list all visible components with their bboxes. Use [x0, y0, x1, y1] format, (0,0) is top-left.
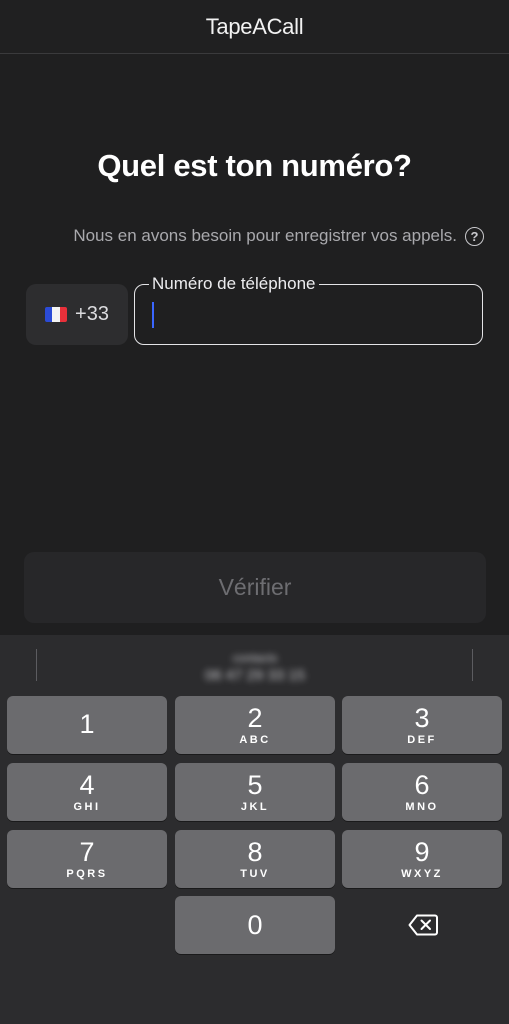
key-letters: WXYZ — [401, 868, 443, 880]
screen: TapeACall Quel est ton numéro? Nous en a… — [0, 0, 509, 1024]
key-letters: DEF — [407, 734, 437, 746]
delete-key[interactable] — [343, 896, 503, 954]
suggestion-divider — [472, 649, 473, 681]
app-title: TapeACall — [205, 13, 304, 39]
key-7[interactable]: 7 PQRS — [7, 830, 167, 888]
phone-number-field[interactable]: Numéro de téléphone — [134, 274, 483, 345]
key-digit: 3 — [414, 703, 430, 733]
phone-number-input[interactable] — [159, 299, 459, 329]
key-2[interactable]: 2 ABC — [175, 696, 335, 754]
key-digit: 6 — [414, 770, 430, 800]
key-digit: 7 — [79, 837, 95, 867]
verify-button[interactable]: Vérifier — [24, 552, 486, 623]
key-8[interactable]: 8 TUV — [175, 830, 335, 888]
key-letters: JKL — [240, 801, 270, 813]
key-1[interactable]: 1 — [7, 696, 167, 754]
key-letters: GHI — [73, 801, 101, 813]
key-letters: MNO — [405, 801, 439, 813]
phone-field-label: Numéro de téléphone — [149, 274, 319, 294]
suggestion-bar: contacts 06 47 29 33 15 — [0, 635, 509, 693]
key-digit: 9 — [414, 837, 430, 867]
key-digit: 1 — [79, 709, 95, 739]
page-title: Quel est ton numéro? — [97, 148, 412, 183]
key-4[interactable]: 4 GHI — [7, 763, 167, 821]
country-code-button[interactable]: +33 — [26, 284, 128, 345]
key-9[interactable]: 9 WXYZ — [342, 830, 502, 888]
suggestion-name: contacts — [232, 650, 278, 665]
help-icon[interactable]: ? — [465, 226, 484, 246]
key-digit: 5 — [247, 770, 263, 800]
key-0[interactable]: 0 — [175, 896, 335, 954]
key-digit: 0 — [247, 910, 263, 940]
suggestion-number: 06 47 29 33 15 — [204, 666, 306, 684]
key-5[interactable]: 5 JKL — [175, 763, 335, 821]
key-letters: PQRS — [66, 868, 108, 880]
app-header: TapeACall — [0, 0, 509, 54]
key-letters: ABC — [239, 734, 271, 746]
dial-code: +33 — [75, 303, 109, 325]
subtitle-row: Nous en avons besoin pour enregistrer vo… — [0, 226, 509, 246]
key-6[interactable]: 6 MNO — [342, 763, 502, 821]
key-digit: 8 — [247, 837, 263, 867]
key-letters: TUV — [240, 868, 270, 880]
france-flag-icon — [45, 307, 68, 322]
key-digit: 4 — [79, 770, 95, 800]
suggestion-divider — [36, 649, 37, 681]
backspace-icon — [408, 914, 438, 936]
key-digit: 2 — [247, 703, 263, 733]
subtitle-text: Nous en avons besoin pour enregistrer vo… — [73, 226, 457, 245]
suggestion-item[interactable]: contacts 06 47 29 33 15 — [150, 645, 360, 689]
key-3[interactable]: 3 DEF — [342, 696, 502, 754]
numeric-keyboard: contacts 06 47 29 33 15 1 2 ABC 3 DEF 4 … — [0, 635, 509, 1024]
text-caret — [152, 302, 154, 328]
